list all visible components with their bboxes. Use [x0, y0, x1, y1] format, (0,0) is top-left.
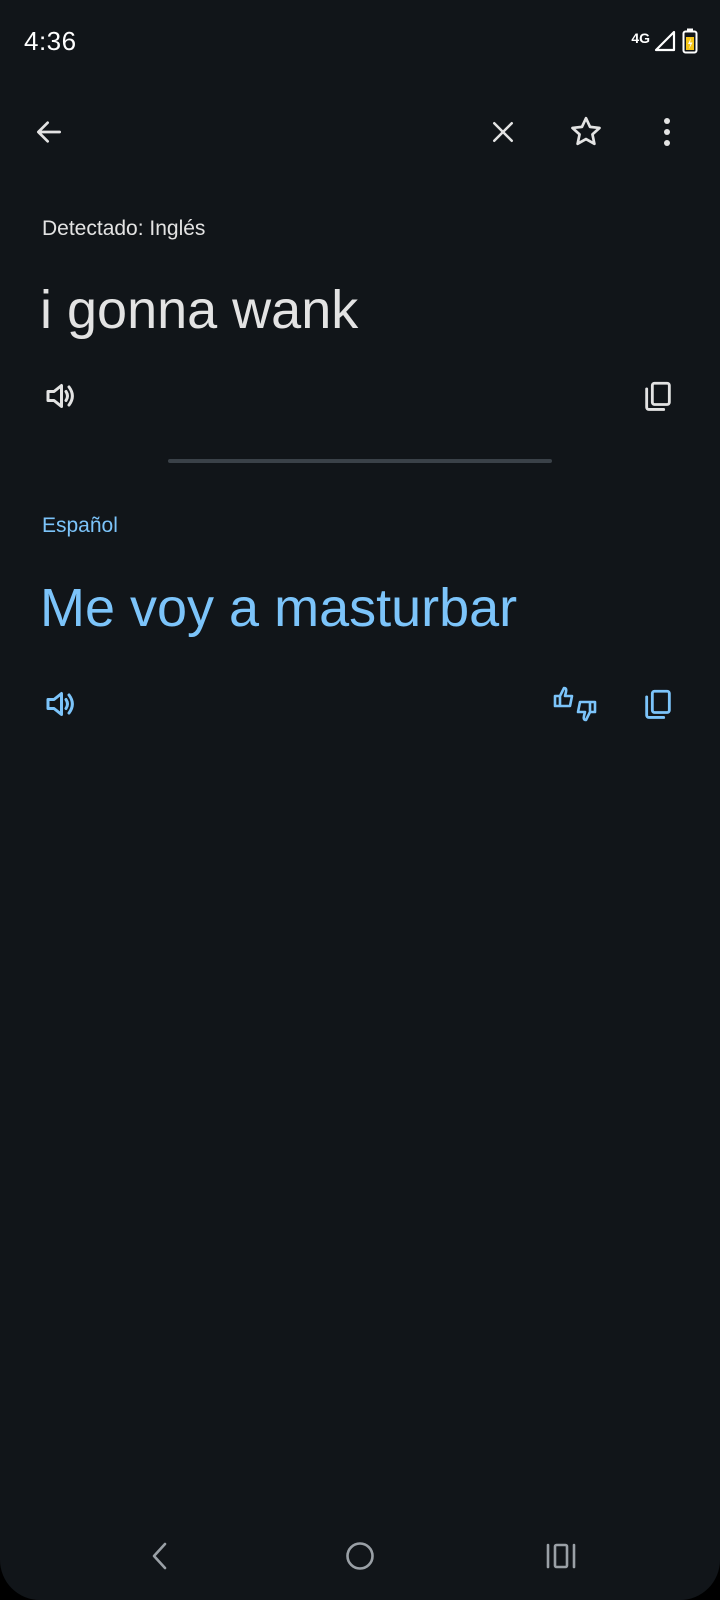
- source-language-label: Detectado: Inglés: [42, 217, 206, 240]
- target-copy-button[interactable]: [634, 680, 682, 728]
- source-copy-button[interactable]: [634, 372, 682, 420]
- close-icon: [488, 117, 518, 147]
- system-recents-button[interactable]: [533, 1530, 589, 1586]
- battery-icon: [682, 28, 698, 59]
- thumbs-up-down-icon: [552, 684, 598, 724]
- network-type-label: 4G: [631, 29, 650, 46]
- section-divider: [168, 459, 552, 463]
- nav-home-icon: [344, 1540, 376, 1577]
- copy-icon: [641, 379, 675, 413]
- signal-icon: [654, 30, 676, 57]
- clear-button[interactable]: [479, 108, 527, 156]
- translation-screen: 4:36 4G Detectado: Inglés i gonna wank E…: [0, 0, 720, 1600]
- volume-up-icon: [42, 378, 78, 414]
- favorite-button[interactable]: [562, 108, 610, 156]
- status-time: 4:36: [24, 26, 77, 56]
- nav-back-icon: [148, 1540, 172, 1577]
- source-text[interactable]: i gonna wank: [40, 280, 358, 340]
- translated-text[interactable]: Me voy a masturbar: [40, 578, 517, 638]
- star-outline-icon: [568, 114, 604, 150]
- system-home-button[interactable]: [332, 1530, 388, 1586]
- system-back-button[interactable]: [132, 1530, 188, 1586]
- target-speak-button[interactable]: [36, 680, 84, 728]
- nav-recents-icon: [545, 1542, 577, 1575]
- copy-icon: [641, 687, 675, 721]
- back-button[interactable]: [25, 108, 73, 156]
- rate-translation-button[interactable]: [551, 680, 599, 728]
- more-options-button[interactable]: [643, 108, 691, 156]
- more-vert-icon: [662, 117, 672, 147]
- volume-up-icon: [42, 686, 78, 722]
- target-language-label: Español: [42, 514, 118, 537]
- arrow-left-icon: [33, 116, 65, 148]
- source-speak-button[interactable]: [36, 372, 84, 420]
- status-icons: 4G: [631, 28, 698, 59]
